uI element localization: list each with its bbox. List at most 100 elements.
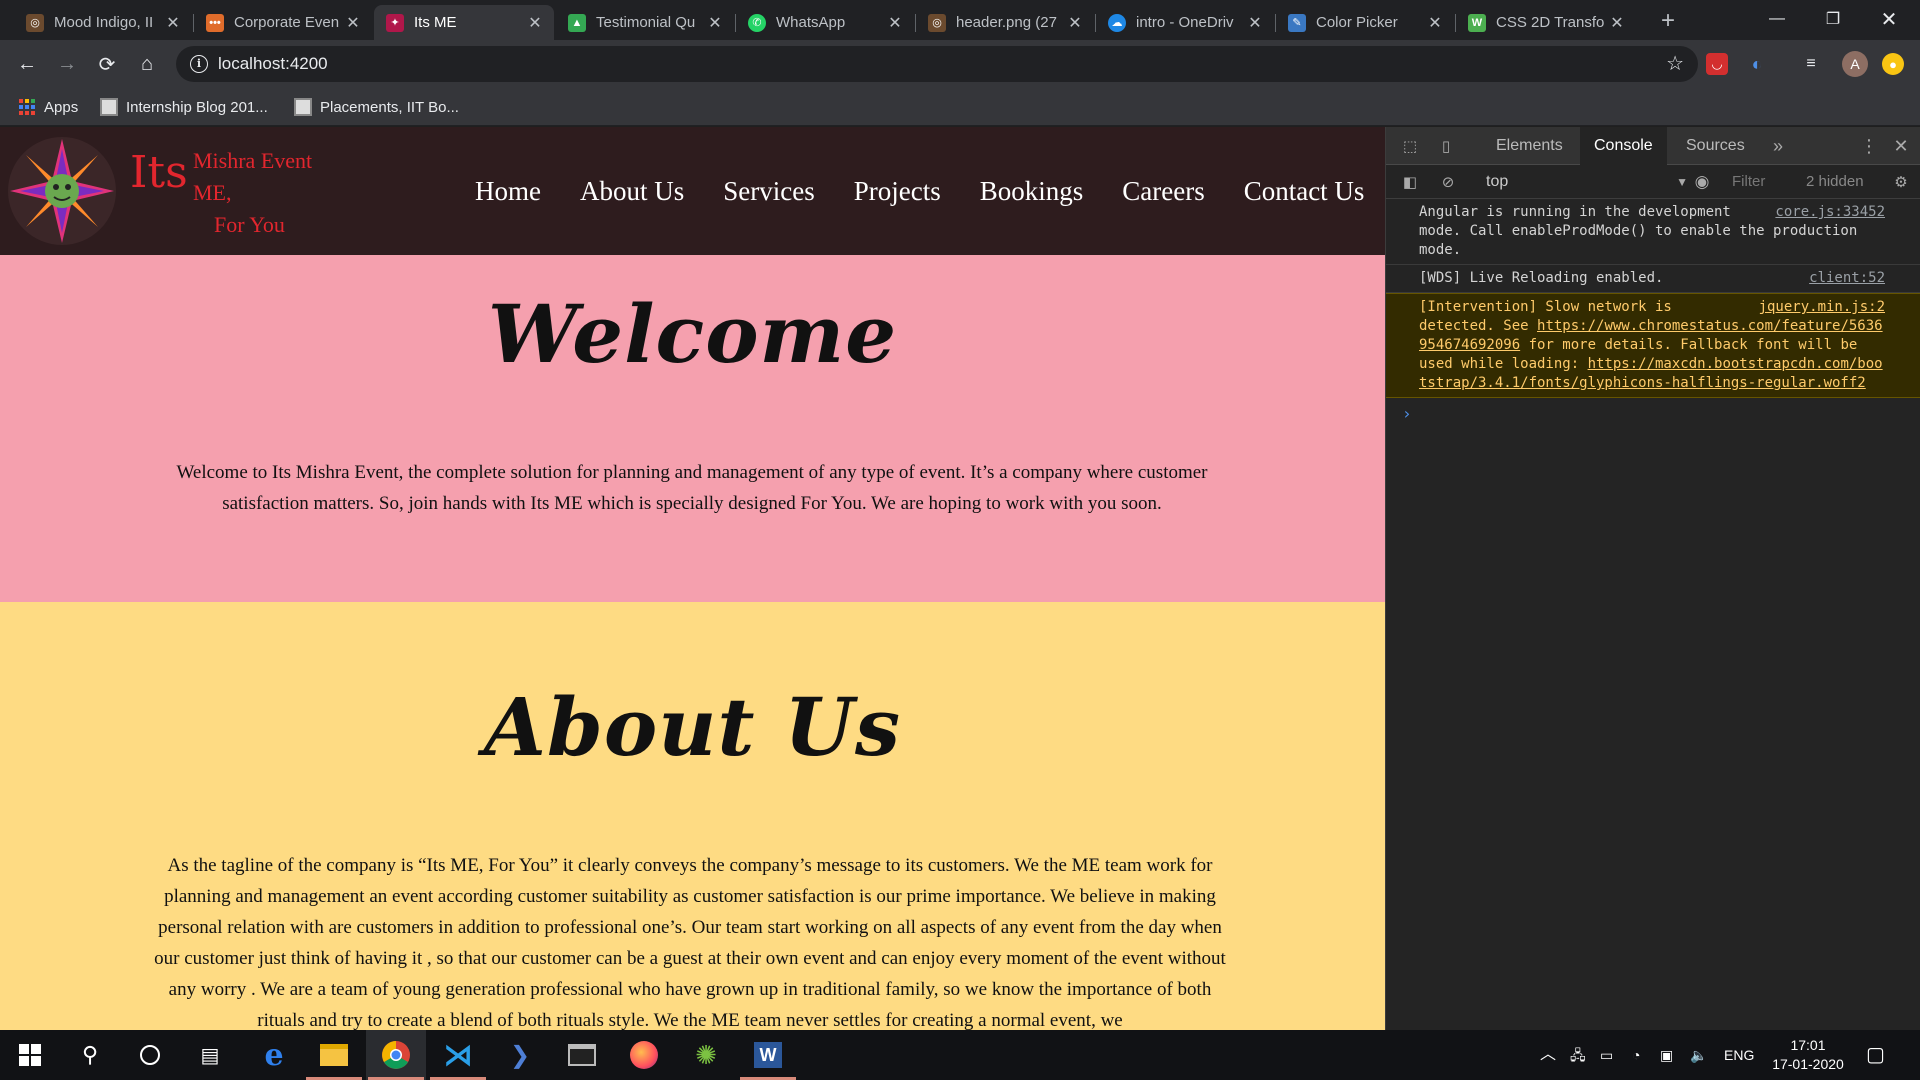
tab-close-icon[interactable]: ✕ <box>164 13 182 33</box>
volume-icon[interactable]: 🔈 <box>1690 1030 1707 1080</box>
nav-projects[interactable]: Projects <box>854 176 941 207</box>
wifi-icon[interactable]: ◔ <box>1632 1030 1640 1080</box>
kebab-menu-icon[interactable]: ⋮ <box>1859 136 1879 156</box>
context-selector[interactable]: top ▼ <box>1486 165 1688 199</box>
chevron-down-icon: ▼ <box>1676 175 1688 189</box>
media-control-icon[interactable]: ≡ <box>1800 53 1822 75</box>
devtools-close-icon[interactable]: ✕ <box>1891 136 1911 156</box>
back-button[interactable]: ← <box>12 49 42 79</box>
task-view-icon[interactable]: ▤ <box>180 1030 240 1080</box>
welcome-title: Welcome <box>487 287 898 381</box>
tab-close-icon[interactable]: ✕ <box>886 13 904 33</box>
browser-tab-active[interactable]: ✦ Its ME ✕ <box>374 5 554 40</box>
firefox-icon[interactable] <box>614 1030 674 1080</box>
tab-console[interactable]: Console <box>1580 127 1667 165</box>
live-expression-eye-icon[interactable]: ◉ <box>1692 172 1712 192</box>
clear-console-icon[interactable]: ⊘ <box>1438 172 1458 192</box>
nav-about-us[interactable]: About Us <box>580 176 684 207</box>
console-prompt[interactable]: › <box>1386 398 1920 423</box>
nav-careers[interactable]: Careers <box>1122 176 1204 207</box>
site-info-icon[interactable]: i <box>190 55 208 73</box>
tab-close-icon[interactable]: ✕ <box>1426 13 1444 33</box>
browser-tab[interactable]: ✎ Color Picker ✕ <box>1276 5 1454 40</box>
new-tab-button[interactable]: + <box>1654 8 1682 36</box>
start-button[interactable] <box>0 1030 60 1080</box>
android-studio-icon[interactable]: ✺ <box>676 1030 736 1080</box>
notification-status-icon[interactable]: ▣ <box>1660 1030 1673 1080</box>
profile-avatar[interactable]: A <box>1842 51 1868 77</box>
forward-button[interactable]: → <box>52 49 82 79</box>
tab-close-icon[interactable]: ✕ <box>706 13 724 33</box>
browser-tab[interactable]: ▲ Testimonial Qu ✕ <box>556 5 734 40</box>
extension-icon[interactable]: ◐ <box>1746 53 1768 75</box>
browser-tab[interactable]: ◎ header.png (27 ✕ <box>916 5 1094 40</box>
message-source-link[interactable]: core.js:33452 <box>1775 203 1885 222</box>
tab-close-icon[interactable]: ✕ <box>344 13 362 33</box>
pocket-extension-icon[interactable]: ◡ <box>1706 53 1728 75</box>
address-url[interactable]: localhost:4200 <box>218 46 328 82</box>
language-indicator[interactable]: ENG <box>1724 1030 1754 1080</box>
browser-tab[interactable]: W CSS 2D Transfo ✕ <box>1456 5 1636 40</box>
address-bar[interactable]: i localhost:4200 ☆ <box>176 46 1698 82</box>
sidebar-toggle-icon[interactable]: ◧ <box>1400 172 1420 192</box>
search-icon[interactable]: ⚲ <box>60 1030 120 1080</box>
restore-button[interactable]: ❐ <box>1810 0 1856 38</box>
chrome-icon[interactable] <box>366 1030 426 1080</box>
inspect-element-icon[interactable]: ⬚ <box>1400 136 1420 156</box>
bookmark-star-icon[interactable]: ☆ <box>1666 46 1684 82</box>
brand-line: For You <box>214 212 285 237</box>
console-settings-gear-icon[interactable]: ⚙ <box>1891 172 1911 192</box>
message-source-link[interactable]: jquery.min.js:2 <box>1759 298 1885 317</box>
bookmark-internship-blog[interactable]: Internship Blog 201... <box>100 96 268 118</box>
tab-close-icon[interactable]: ✕ <box>1246 13 1264 33</box>
bookmark-apps[interactable]: Apps <box>18 96 78 118</box>
browser-tab[interactable]: ••• Corporate Even ✕ <box>194 5 372 40</box>
terminal-icon[interactable] <box>552 1030 612 1080</box>
tab-sources[interactable]: Sources <box>1672 127 1759 165</box>
browser-tab[interactable]: ☁ intro - OneDriv ✕ <box>1096 5 1274 40</box>
clock-time: 17:01 <box>1790 1037 1826 1053</box>
tab-close-icon[interactable]: ✕ <box>1066 13 1084 33</box>
tab-close-icon[interactable]: ✕ <box>1608 13 1626 33</box>
battery-icon[interactable]: ▭ <box>1600 1030 1613 1080</box>
edge-icon[interactable]: e <box>244 1030 304 1080</box>
system-clock[interactable]: 17:01 17-01-2020 <box>1768 1036 1848 1074</box>
message-source-link[interactable]: client:52 <box>1809 269 1885 288</box>
bookmark-label: Placements, IIT Bo... <box>320 98 459 116</box>
action-center-icon[interactable]: ▢ <box>1866 1030 1885 1080</box>
nav-bookings[interactable]: Bookings <box>980 176 1084 207</box>
window-close-button[interactable]: ✕ <box>1866 0 1912 38</box>
more-tabs-icon[interactable]: » <box>1768 136 1788 156</box>
site-logo[interactable] <box>6 135 118 247</box>
browser-tab[interactable]: ✆ WhatsApp ✕ <box>736 5 914 40</box>
nav-home[interactable]: Home <box>475 176 541 207</box>
device-toolbar-icon[interactable]: ▯ <box>1436 136 1456 156</box>
message-text: [WDS] Live Reloading enabled. <box>1419 270 1664 286</box>
tab-elements[interactable]: Elements <box>1482 127 1577 165</box>
welcome-section: Welcome Welcome to Its Mishra Event, the… <box>0 255 1385 602</box>
file-explorer-icon[interactable] <box>304 1030 364 1080</box>
update-indicator-icon[interactable]: ● <box>1882 53 1904 75</box>
nav-services[interactable]: Services <box>723 176 814 207</box>
reload-button[interactable]: ⟳ <box>92 49 122 79</box>
browser-tab[interactable]: ◎ Mood Indigo, II ✕ <box>14 5 192 40</box>
page-favicon-icon <box>100 98 118 116</box>
console-warning: jquery.min.js:2 [Intervention] Slow netw… <box>1386 293 1920 398</box>
tray-overflow-icon[interactable]: ︿ <box>1540 1030 1556 1080</box>
home-button[interactable]: ⌂ <box>132 49 162 79</box>
tab-title: Corporate Even <box>234 14 340 31</box>
cortana-icon[interactable] <box>120 1030 180 1080</box>
site-header: Its Mishra Event ME, For You Home About … <box>0 127 1385 255</box>
console-filter-input[interactable]: Filter <box>1732 171 1782 193</box>
hidden-count[interactable]: 2 hidden <box>1806 165 1864 199</box>
bookmark-placements[interactable]: Placements, IIT Bo... <box>294 96 459 118</box>
word-icon[interactable]: W <box>738 1030 798 1080</box>
vscode-icon[interactable]: ⋊ <box>428 1030 488 1080</box>
nav-contact-us[interactable]: Contact Us <box>1244 176 1365 207</box>
network-device-icon[interactable]: 🖧 <box>1570 1030 1586 1080</box>
powershell-icon[interactable]: ❯ <box>490 1030 550 1080</box>
tab-close-icon[interactable]: ✕ <box>526 13 544 33</box>
browser-toolbar: ← → ⟳ ⌂ i localhost:4200 ☆ ◡ ◐ ≡ A ● <box>0 40 1920 88</box>
brand-tagline: Mishra Event ME, For You <box>193 145 312 241</box>
minimize-button[interactable]: — <box>1754 0 1800 38</box>
